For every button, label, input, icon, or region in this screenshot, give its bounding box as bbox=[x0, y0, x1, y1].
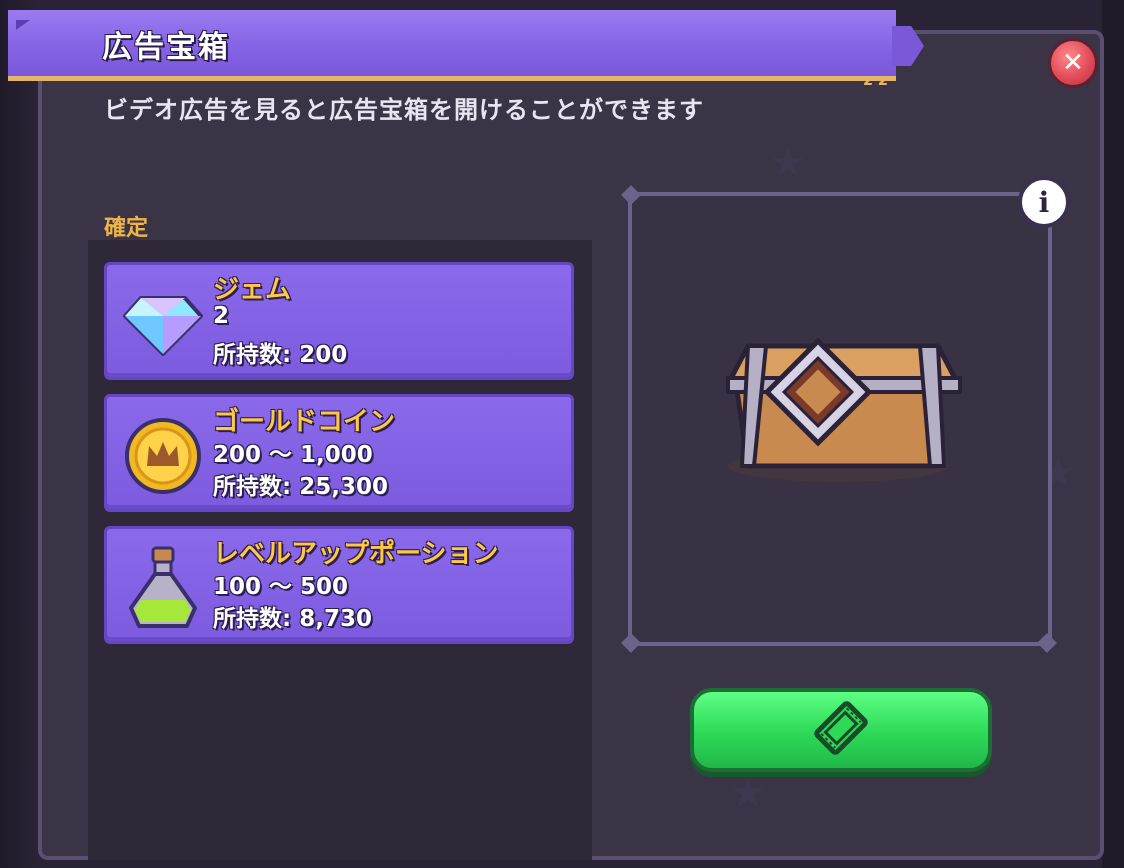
reward-name: レベルアップポーション bbox=[213, 539, 499, 569]
star-decoration-icon: ★ bbox=[730, 770, 766, 816]
reward-item-gem: ジェム 2 所持数: 200 bbox=[104, 262, 574, 380]
potion-icon bbox=[121, 546, 205, 628]
close-button[interactable]: ✕ bbox=[1048, 38, 1098, 88]
info-button[interactable]: i bbox=[1018, 176, 1070, 228]
reward-item-potion: レベルアップポーション 100 ～ 500 所持数: 8,730 bbox=[104, 526, 574, 644]
dialog-subtitle: ビデオ広告を見ると広告宝箱を開けることができます bbox=[104, 96, 704, 124]
reward-owned-count: 所持数: 25,300 bbox=[213, 474, 388, 500]
film-icon bbox=[811, 698, 871, 762]
gold-coin-icon bbox=[121, 417, 205, 495]
dialog-title: 広告宝箱 bbox=[102, 30, 230, 65]
close-icon: ✕ bbox=[1062, 48, 1084, 78]
treasure-chest-icon bbox=[708, 326, 968, 486]
reward-name: ゴールドコイン bbox=[213, 407, 396, 437]
reward-owned-count: 所持数: 200 bbox=[213, 342, 348, 368]
background-left bbox=[0, 0, 40, 868]
reward-owned-count: 所持数: 8,730 bbox=[213, 606, 372, 632]
reward-amount: 100 ～ 500 bbox=[213, 574, 349, 600]
reward-amount: 200 ～ 1,000 bbox=[213, 442, 373, 468]
reward-item-gold-coin: ゴールドコイン 200 ～ 1,000 所持数: 25,300 bbox=[104, 394, 574, 512]
guaranteed-label: 確定 bbox=[104, 216, 149, 241]
reward-name: ジェム bbox=[213, 275, 292, 305]
reward-amount: 2 bbox=[213, 303, 230, 329]
watch-video-button[interactable] bbox=[690, 688, 992, 772]
info-icon: i bbox=[1038, 185, 1050, 219]
background-right bbox=[1102, 0, 1124, 868]
gem-icon bbox=[121, 285, 205, 363]
star-decoration-icon: ★ bbox=[770, 140, 806, 186]
sleep-zz-icon: z z bbox=[864, 70, 889, 89]
